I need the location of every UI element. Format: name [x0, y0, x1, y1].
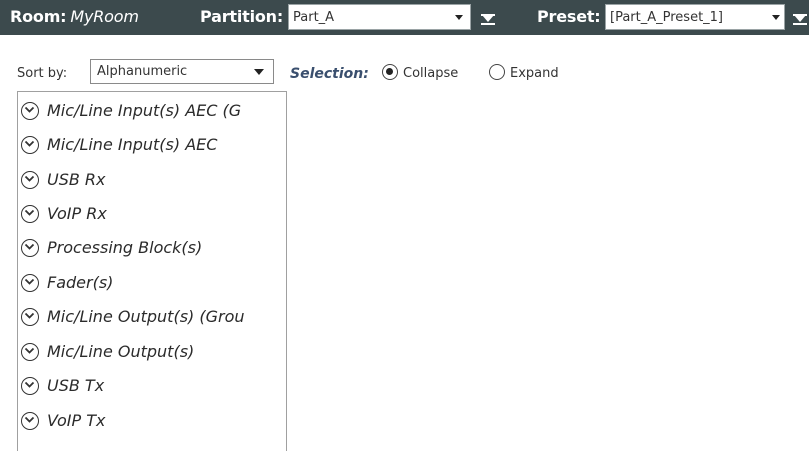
sort-by-label: Sort by: [17, 66, 68, 81]
list-item-label: Mic/Line Output(s) [47, 342, 195, 361]
room-label: Room: MyRoom [10, 7, 139, 26]
preset-select-value: [Part_A_Preset_1] [610, 10, 724, 25]
expand-radio[interactable] [489, 64, 505, 80]
chevron-down-circle-icon[interactable] [21, 136, 39, 154]
chevron-down-circle-icon[interactable] [21, 308, 39, 326]
collapse-radio-label[interactable]: Collapse [403, 66, 458, 81]
block-list[interactable]: Mic/Line Input(s) AEC (G Mic/Line Input(… [17, 91, 287, 451]
radio-selected-dot [386, 68, 393, 75]
list-item-label: VoIP Tx [47, 411, 106, 430]
chevron-down-circle-icon[interactable] [21, 343, 39, 361]
partition-select[interactable]: Part_A [288, 4, 471, 30]
list-item[interactable]: Mic/Line Input(s) AEC (G [18, 96, 286, 126]
partition-pin-icon[interactable] [481, 6, 495, 28]
dropdown-arrow-icon [772, 15, 780, 20]
selection-label: Selection: [290, 66, 369, 82]
chevron-down-circle-icon[interactable] [21, 377, 39, 395]
list-item-label: Mic/Line Input(s) AEC [47, 135, 218, 154]
partition-label: Partition: [200, 7, 284, 26]
list-item[interactable]: USB Rx [18, 165, 286, 195]
chevron-down-circle-icon[interactable] [21, 171, 39, 189]
sort-by-value: Alphanumeric [97, 64, 188, 79]
dropdown-arrow-icon [254, 69, 264, 75]
collapse-radio[interactable] [382, 64, 398, 80]
list-item[interactable]: Fader(s) [18, 268, 286, 298]
list-item-label: Mic/Line Output(s) (Grou [47, 307, 245, 326]
chevron-down-circle-icon[interactable] [21, 274, 39, 292]
partition-select-value: Part_A [293, 10, 335, 25]
list-item-label: VoIP Rx [47, 204, 107, 223]
chevron-down-circle-icon[interactable] [21, 239, 39, 257]
room-name: MyRoom [70, 7, 139, 26]
list-item-label: Fader(s) [47, 273, 114, 292]
room-label-text: Room: [10, 7, 67, 26]
chevron-down-circle-icon[interactable] [21, 205, 39, 223]
preset-select[interactable]: [Part_A_Preset_1] [605, 4, 785, 30]
list-item[interactable]: VoIP Tx [18, 406, 286, 436]
list-item-label: Processing Block(s) [47, 238, 203, 257]
chevron-down-circle-icon[interactable] [21, 412, 39, 430]
dropdown-arrow-icon [455, 15, 463, 20]
list-item[interactable]: Mic/Line Output(s) (Grou [18, 302, 286, 332]
list-item[interactable]: USB Tx [18, 371, 286, 401]
expand-radio-label[interactable]: Expand [510, 66, 559, 81]
list-item[interactable]: Mic/Line Input(s) AEC [18, 130, 286, 160]
list-item-label: USB Rx [47, 170, 106, 189]
list-item[interactable]: Mic/Line Output(s) [18, 337, 286, 367]
list-item-label: USB Tx [47, 376, 105, 395]
preset-label: Preset: [537, 7, 601, 26]
preset-pin-icon[interactable] [793, 6, 807, 28]
header-bar: Room: MyRoom Partition: Part_A Preset: [P… [0, 0, 809, 35]
list-item-label: Mic/Line Input(s) AEC (G [47, 101, 242, 120]
list-item[interactable]: Processing Block(s) [18, 233, 286, 263]
list-item[interactable]: VoIP Rx [18, 199, 286, 229]
chevron-down-circle-icon[interactable] [21, 102, 39, 120]
sort-by-select[interactable]: Alphanumeric [90, 59, 274, 84]
